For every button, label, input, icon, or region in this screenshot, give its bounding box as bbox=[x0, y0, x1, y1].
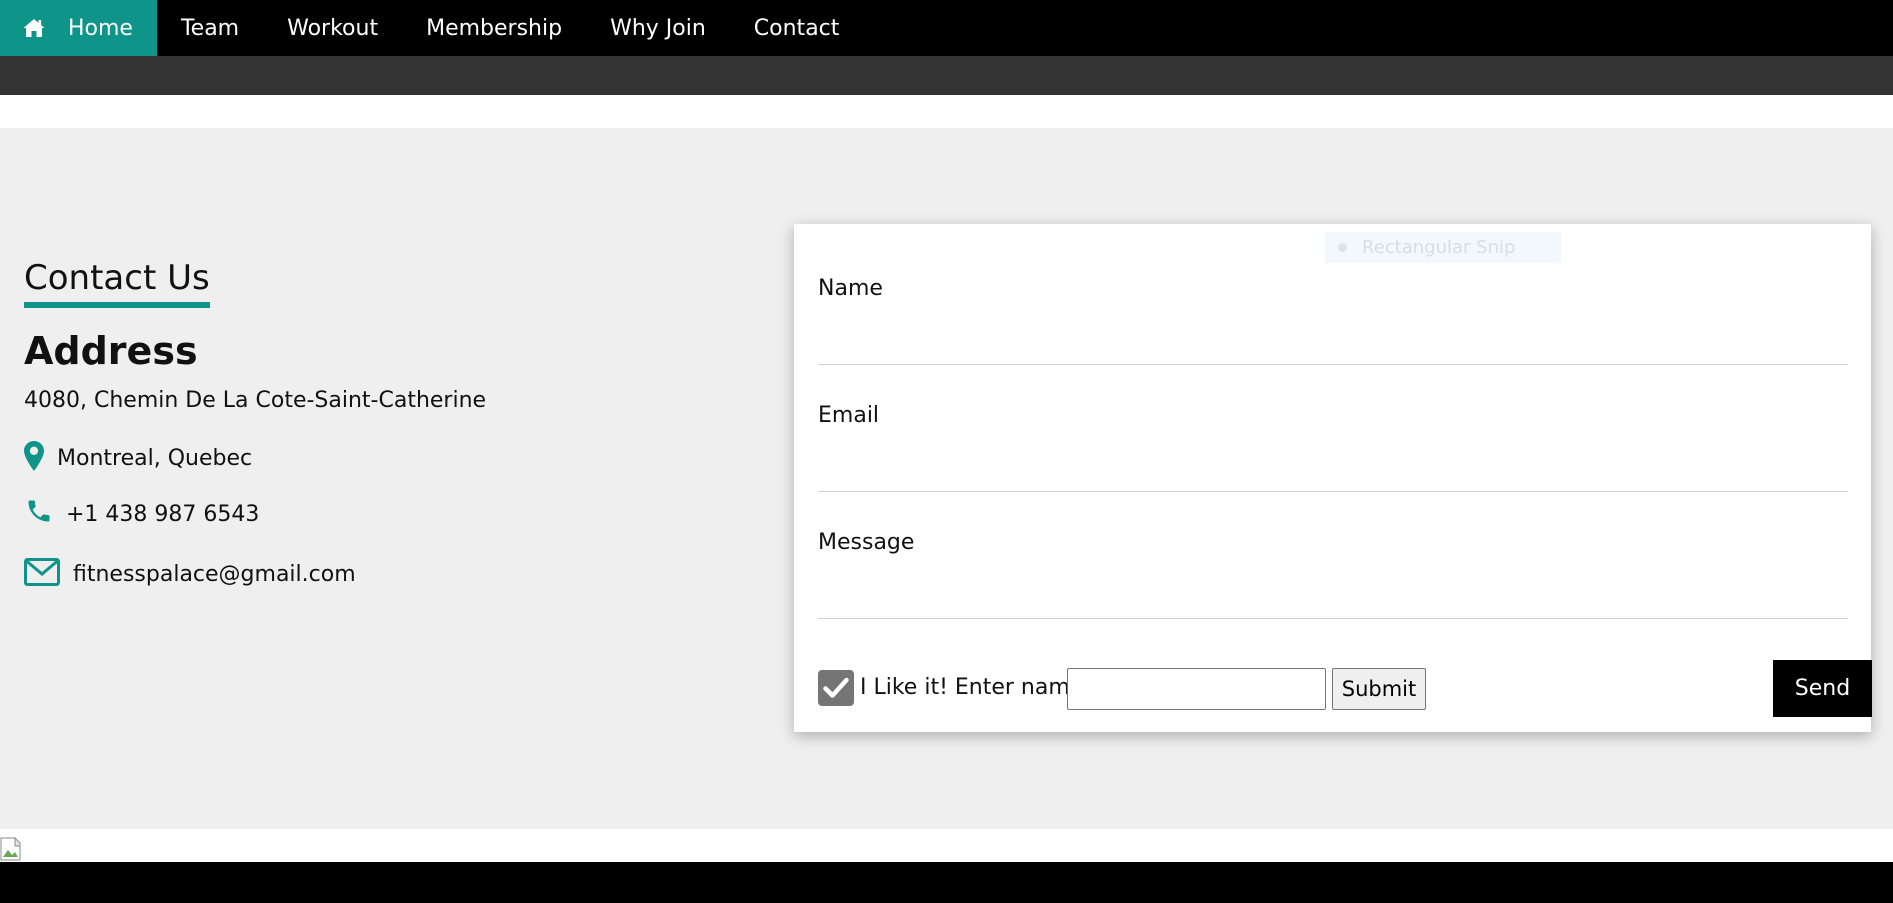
contact-info: Contact Us Address 4080, Chemin De La Co… bbox=[24, 256, 724, 590]
phone-text: +1 438 987 6543 bbox=[66, 502, 260, 527]
contact-form-card: Rectangular Snip Name Email Message I Li… bbox=[794, 224, 1872, 732]
email-text: fitnesspalace@gmail.com bbox=[73, 562, 356, 587]
like-label: I Like it! Enter name: bbox=[860, 675, 1091, 700]
like-checkbox[interactable] bbox=[818, 670, 854, 706]
submit-button[interactable]: Submit bbox=[1332, 668, 1426, 710]
top-navigation: Home Team Workout Membership Why Join Co… bbox=[0, 0, 1893, 56]
location-text: Montreal, Quebec bbox=[57, 446, 253, 471]
email-row: fitnesspalace@gmail.com bbox=[24, 558, 724, 590]
envelope-icon bbox=[24, 558, 60, 586]
message-field-group: Message bbox=[818, 529, 1848, 619]
nav-item-membership[interactable]: Membership bbox=[402, 0, 586, 56]
checkmark-icon bbox=[823, 677, 849, 698]
footer-bar bbox=[0, 862, 1893, 903]
email-label: Email bbox=[818, 403, 880, 428]
snip-tooltip-label: Rectangular Snip bbox=[1362, 237, 1516, 258]
form-actions: I Like it! Enter name: Submit Send bbox=[818, 660, 1872, 717]
nav-item-team[interactable]: Team bbox=[157, 0, 263, 56]
address-heading: Address bbox=[24, 329, 198, 373]
message-label: Message bbox=[818, 530, 915, 555]
send-button[interactable]: Send bbox=[1773, 660, 1872, 717]
contact-heading: Contact Us bbox=[24, 256, 210, 308]
location-row: Montreal, Quebec bbox=[24, 441, 724, 474]
home-icon bbox=[22, 16, 46, 40]
message-input[interactable] bbox=[818, 557, 1848, 619]
name-field-group: Name bbox=[818, 275, 1848, 365]
snip-dot-icon bbox=[1338, 243, 1347, 252]
broken-image-icon bbox=[0, 836, 24, 861]
like-name-input[interactable] bbox=[1067, 668, 1326, 710]
sub-navigation-bar bbox=[0, 56, 1893, 95]
snip-tooltip: Rectangular Snip bbox=[1325, 232, 1561, 263]
nav-item-why-join[interactable]: Why Join bbox=[586, 0, 730, 56]
email-input[interactable] bbox=[818, 430, 1848, 492]
name-input[interactable] bbox=[818, 303, 1848, 365]
nav-item-contact[interactable]: Contact bbox=[730, 0, 864, 56]
phone-icon bbox=[24, 497, 54, 525]
nav-item-home[interactable]: Home bbox=[0, 0, 157, 56]
map-marker-icon bbox=[24, 441, 44, 471]
email-field-group: Email bbox=[818, 402, 1848, 492]
phone-row: +1 438 987 6543 bbox=[24, 500, 724, 530]
name-label: Name bbox=[818, 276, 883, 301]
nav-item-workout[interactable]: Workout bbox=[263, 0, 402, 56]
address-line: 4080, Chemin De La Cote-Saint-Catherine bbox=[24, 388, 487, 413]
nav-item-label: Home bbox=[68, 15, 133, 41]
